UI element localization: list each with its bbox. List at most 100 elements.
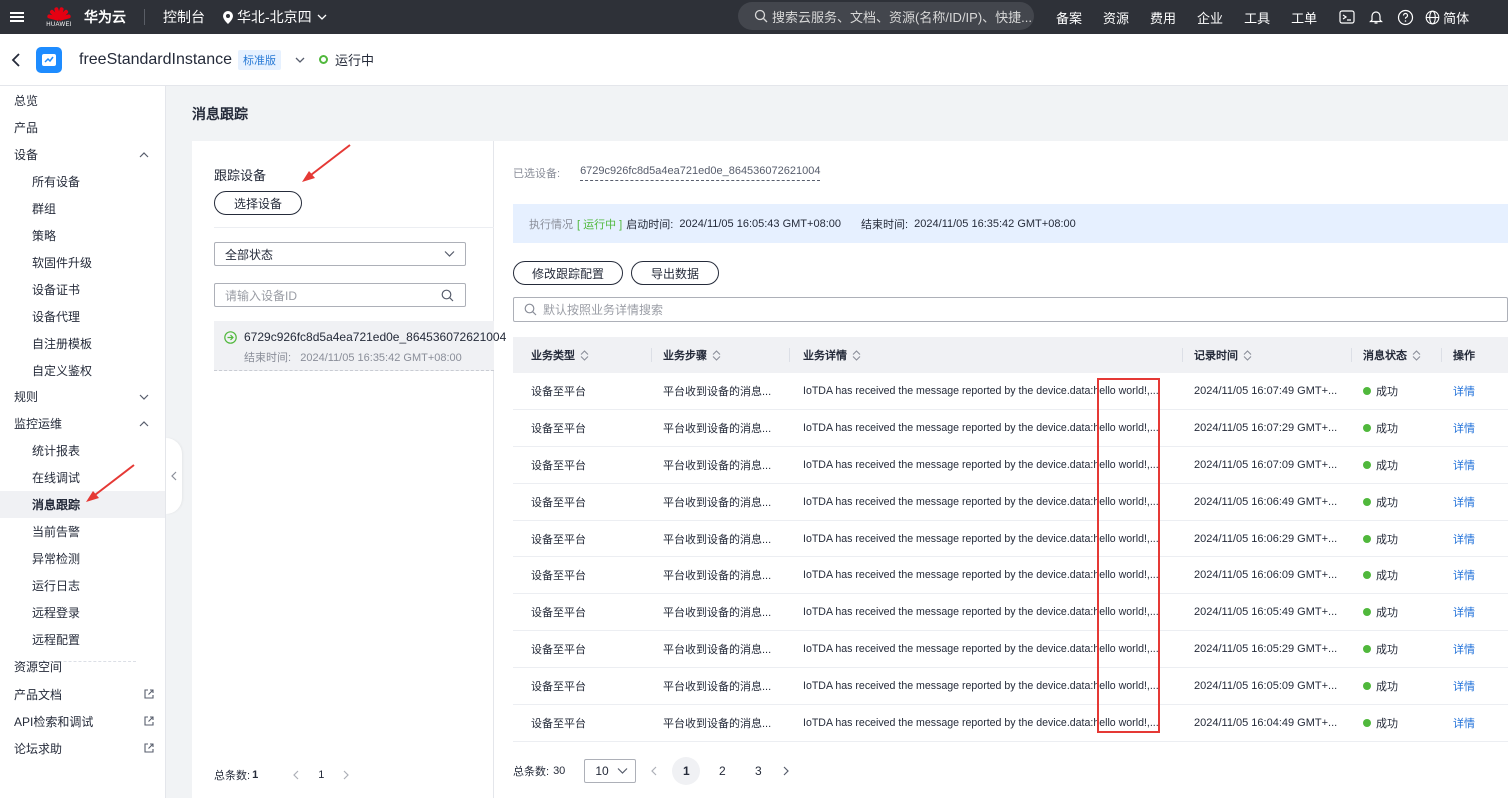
sidebar-item[interactable]: 群组 (0, 195, 165, 222)
help-icon[interactable] (1396, 8, 1414, 26)
sidebar-item[interactable]: 产品 (0, 114, 165, 141)
detail-link[interactable]: 详情 (1453, 631, 1493, 667)
column-header[interactable]: 业务详情 (803, 337, 861, 373)
nav-resources[interactable]: 资源 (1103, 8, 1129, 27)
message-search-input[interactable]: 默认按照业务详情搜索 (513, 297, 1508, 322)
chevron-right-icon (343, 770, 350, 780)
table-row: 设备至平台 平台收到设备的消息... IoTDA has received the … (513, 594, 1508, 632)
column-header[interactable]: 业务类型 (531, 337, 589, 373)
back-button[interactable] (2, 46, 30, 74)
bell-icon[interactable] (1367, 8, 1385, 26)
sidebar-item[interactable]: 运行日志 (0, 572, 165, 599)
column-divider[interactable] (1182, 348, 1183, 362)
record-time-cell-text: 2024/11/05 16:07:29 GMT+... (1194, 421, 1338, 434)
hamburger-menu-icon[interactable] (0, 0, 34, 34)
next-page-button[interactable] (336, 765, 356, 785)
nav-tickets[interactable]: 工单 (1291, 8, 1317, 27)
sidebar-item[interactable]: 资源空间 (0, 653, 165, 680)
sidebar-item[interactable]: 软固件升级 (0, 249, 165, 276)
sidebar-item[interactable]: 消息跟踪 (0, 491, 165, 518)
page-size-select[interactable]: 10 (584, 759, 637, 783)
detail-link-text: 详情 (1453, 718, 1475, 731)
business-detail-cell: IoTDA has received the message reported … (803, 410, 1171, 446)
sidebar-item[interactable]: 自定义鉴权 (0, 357, 165, 384)
sort-icon[interactable] (852, 349, 861, 361)
sidebar-item[interactable]: 所有设备 (0, 168, 165, 195)
sort-icon[interactable] (1243, 349, 1252, 361)
column-header[interactable]: 消息状态 (1363, 337, 1421, 373)
console-link[interactable]: 控制台 (163, 7, 205, 27)
sidebar-item[interactable]: 自注册模板 (0, 330, 165, 357)
page-number[interactable]: 1 (318, 769, 324, 781)
prev-page-button[interactable] (644, 761, 664, 781)
sidebar-item[interactable]: API检索和调试 (0, 708, 165, 735)
sort-icon[interactable] (580, 349, 589, 361)
detail-link[interactable]: 详情 (1453, 668, 1493, 704)
record-time-cell: 2024/11/05 16:06:09 GMT+... (1194, 557, 1344, 593)
traced-device-item[interactable]: 6729c926fc8d5a4ea721ed0e_864536072621004… (214, 321, 506, 371)
business-step-cell: 平台收到设备的消息... (663, 594, 781, 630)
status-filter-select[interactable]: 全部状态 (214, 242, 466, 266)
instance-switch-chevron-icon[interactable] (293, 53, 307, 67)
sidebar-item[interactable]: 监控运维 (0, 410, 165, 437)
nav-beian[interactable]: 备案 (1056, 8, 1082, 27)
page-1-button[interactable]: 1 (672, 757, 701, 785)
column-header-label: 记录时间 (1194, 350, 1238, 362)
cloud-shell-icon[interactable] (1338, 8, 1356, 26)
sidebar-item[interactable]: 统计报表 (0, 437, 165, 464)
record-time-cell: 2024/11/05 16:07:09 GMT+... (1194, 447, 1344, 483)
region-selector[interactable]: 华北-北京四 (223, 7, 327, 27)
exec-start-label: 启动时间: (626, 218, 674, 231)
page-3-button[interactable]: 3 (744, 757, 772, 785)
column-divider[interactable] (789, 348, 790, 362)
sidebar-item[interactable]: 异常检测 (0, 545, 165, 572)
language-selector[interactable]: 简体 (1425, 8, 1469, 27)
sidebar-item[interactable]: 远程配置 (0, 626, 165, 653)
table-header: 业务类型 业务步骤 业务详情 记录时间 消息状态 操作 (513, 337, 1508, 373)
export-data-button[interactable]: 导出数据 (631, 261, 719, 285)
sidebar-item[interactable]: 产品文档 (0, 681, 165, 708)
column-header[interactable]: 记录时间 (1194, 337, 1252, 373)
page-2-button[interactable]: 2 (708, 757, 736, 785)
sidebar-item[interactable]: 策略 (0, 222, 165, 249)
sidebar-item[interactable]: 当前告警 (0, 518, 165, 545)
sidebar-item[interactable]: 在线调试 (0, 464, 165, 491)
detail-link[interactable]: 详情 (1453, 410, 1493, 446)
detail-link[interactable]: 详情 (1453, 447, 1493, 483)
sidebar-item[interactable]: 设备代理 (0, 303, 165, 330)
detail-link[interactable]: 详情 (1453, 373, 1493, 409)
sidebar-item[interactable]: 远程登录 (0, 599, 165, 626)
sidebar-item[interactable]: 设备证书 (0, 276, 165, 303)
sort-icon[interactable] (1412, 349, 1421, 361)
sort-icon[interactable] (712, 349, 721, 361)
sidebar-item[interactable]: 设备 (0, 141, 165, 168)
select-device-button[interactable]: 选择设备 (214, 191, 302, 215)
column-divider[interactable] (1441, 348, 1442, 362)
column-divider[interactable] (1351, 348, 1352, 362)
sidebar-collapse-toggle[interactable] (166, 438, 182, 514)
business-detail-cell-text: IoTDA has received the message reported … (803, 569, 1159, 582)
sidebar-item[interactable]: 论坛求助 (0, 735, 165, 762)
nav-tools[interactable]: 工具 (1244, 8, 1270, 27)
huawei-logo[interactable]: HUAWEI (44, 6, 74, 28)
detail-link[interactable]: 详情 (1453, 484, 1493, 520)
sidebar-item[interactable]: 总览 (0, 87, 165, 114)
search-icon (524, 303, 537, 316)
device-id-search-input[interactable]: 请输入设备ID (214, 283, 466, 307)
sidebar-item[interactable]: 规则 (0, 383, 165, 410)
nav-enterprise[interactable]: 企业 (1197, 8, 1223, 27)
nav-billing[interactable]: 费用 (1150, 8, 1176, 27)
column-divider[interactable] (651, 348, 652, 362)
brand-name[interactable]: 华为云 (84, 7, 126, 27)
column-header[interactable]: 业务步骤 (663, 337, 721, 373)
global-search-input[interactable]: 搜索云服务、文档、资源(名称/ID/IP)、快捷... (738, 2, 1034, 30)
modify-trace-config-button[interactable]: 修改跟踪配置 (513, 261, 623, 285)
detail-link[interactable]: 详情 (1453, 557, 1493, 593)
detail-link[interactable]: 详情 (1453, 594, 1493, 630)
exec-end-time: 2024/11/05 16:35:42 GMT+08:00 (914, 217, 1076, 230)
next-page-button[interactable] (776, 761, 796, 781)
selected-device-id[interactable]: 6729c926fc8d5a4ea721ed0e_864536072621004 (580, 165, 821, 181)
detail-link[interactable]: 详情 (1453, 521, 1493, 557)
detail-link[interactable]: 详情 (1453, 705, 1493, 741)
prev-page-button[interactable] (286, 765, 306, 785)
